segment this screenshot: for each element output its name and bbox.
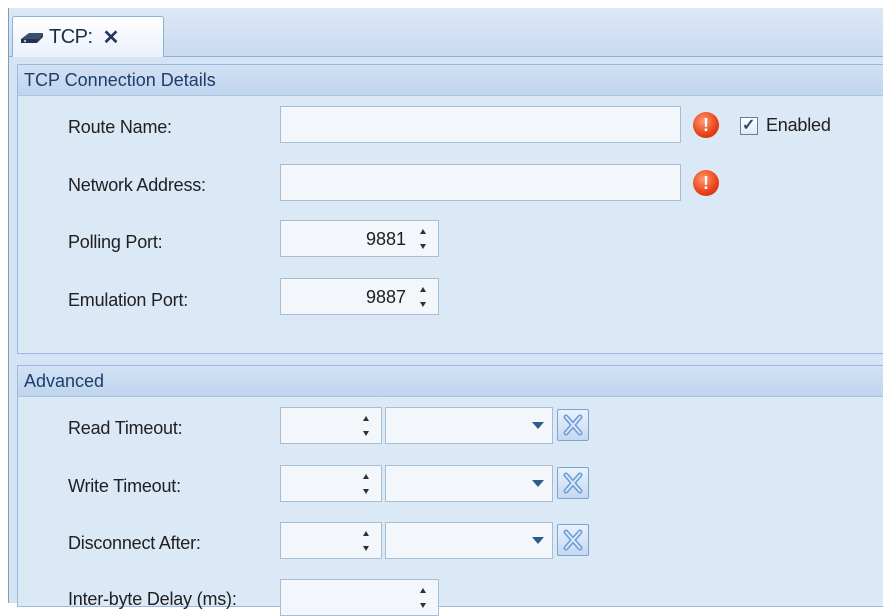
clear-x-icon (563, 414, 583, 436)
polling-port-value: 9881 (365, 229, 406, 249)
emulation-port-value: 9887 (365, 287, 406, 307)
enabled-label: Enabled (766, 115, 831, 135)
advanced-group: Advanced Read Timeout: Write Timeout: Di… (17, 365, 883, 616)
enabled-checkbox[interactable] (740, 115, 758, 135)
spin-arrows-icon[interactable] (361, 414, 371, 438)
close-icon[interactable]: ✕ (103, 25, 120, 50)
spin-arrows-icon[interactable] (361, 472, 371, 496)
spin-arrows-icon[interactable] (361, 529, 371, 553)
network-address-input[interactable] (280, 164, 681, 201)
error-exclamation-icon: ! (693, 170, 719, 196)
write-timeout-clear-button[interactable] (557, 467, 589, 499)
clear-x-icon (563, 529, 583, 551)
disconnect-after-label: Disconnect After: (68, 533, 201, 553)
read-timeout-label: Read Timeout: (68, 418, 183, 438)
route-name-input[interactable] (280, 106, 681, 143)
tab-tcp[interactable]: TCP: ✕ (12, 16, 164, 57)
read-timeout-spinner[interactable] (280, 407, 382, 444)
write-timeout-unit-dropdown[interactable] (385, 465, 553, 502)
inter-byte-delay-label: Inter-byte Delay (ms): (68, 589, 237, 609)
read-timeout-clear-button[interactable] (557, 409, 589, 441)
polling-port-label: Polling Port: (68, 232, 163, 252)
tab-label: TCP: (49, 25, 93, 48)
disconnect-after-spinner[interactable] (280, 522, 382, 559)
chevron-down-icon (532, 480, 544, 487)
disconnect-after-clear-button[interactable] (557, 524, 589, 556)
connection-details-header[interactable]: TCP Connection Details (18, 65, 883, 96)
write-timeout-label: Write Timeout: (68, 476, 181, 496)
write-timeout-spinner[interactable] (280, 465, 382, 502)
polling-port-spinner[interactable]: 9881 (280, 220, 439, 257)
connection-details-group: TCP Connection Details Route Name: ! Ena… (17, 64, 883, 354)
chevron-down-icon (532, 422, 544, 429)
network-device-icon (21, 33, 43, 43)
spin-arrows-icon[interactable] (418, 586, 428, 610)
tab-strip: TCP: ✕ (9, 8, 883, 57)
clear-x-icon (563, 472, 583, 494)
tcp-editor-window: TCP: ✕ TCP Connection Details Route Name… (8, 8, 883, 616)
inter-byte-delay-spinner[interactable] (280, 579, 439, 616)
advanced-header[interactable]: Advanced (18, 366, 883, 397)
network-address-label: Network Address: (68, 175, 206, 195)
emulation-port-label: Emulation Port: (68, 290, 189, 310)
spin-arrows-icon[interactable] (418, 227, 428, 251)
spin-arrows-icon[interactable] (418, 285, 428, 309)
error-exclamation-icon: ! (693, 112, 719, 138)
read-timeout-unit-dropdown[interactable] (385, 407, 553, 444)
emulation-port-spinner[interactable]: 9887 (280, 278, 439, 315)
chevron-down-icon (532, 537, 544, 544)
disconnect-after-unit-dropdown[interactable] (385, 522, 553, 559)
route-name-label: Route Name: (68, 117, 172, 137)
